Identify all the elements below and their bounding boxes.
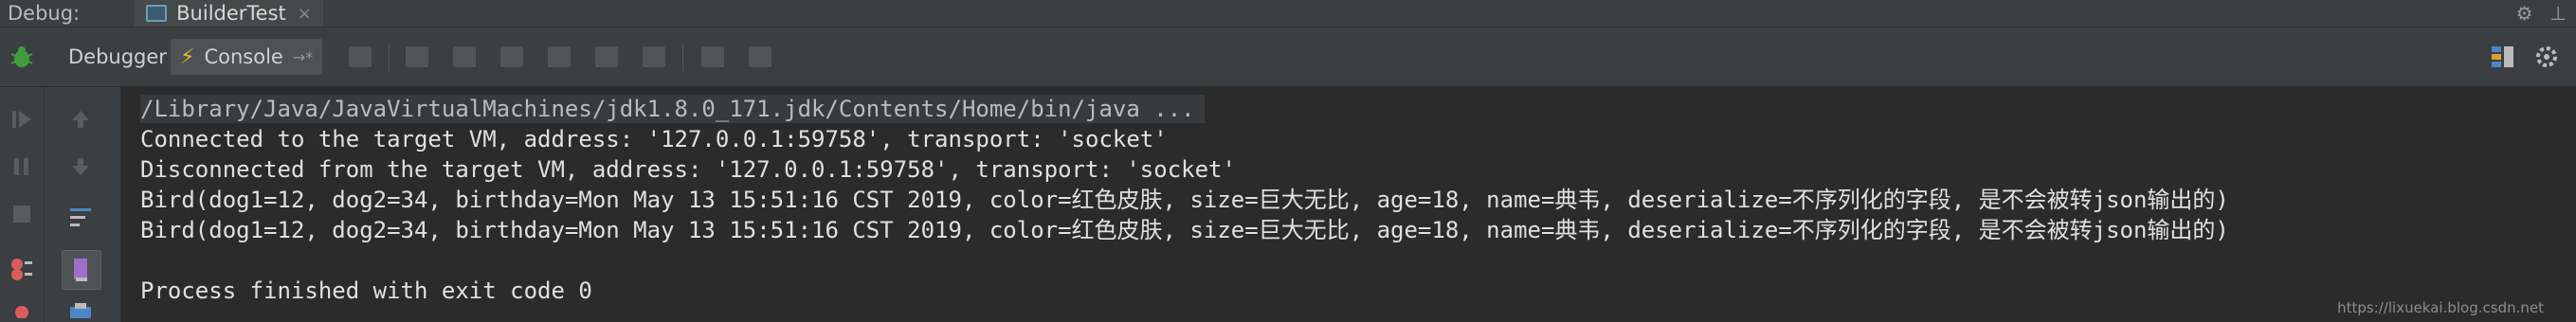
drop-frame-icon[interactable] xyxy=(595,46,618,67)
close-tab-icon[interactable]: × xyxy=(298,4,312,24)
settings-gear-icon[interactable]: ⚙ xyxy=(2516,2,2533,25)
tab-console[interactable]: ⚡ Console →* xyxy=(171,39,323,75)
console-line: Disconnected from the target VM, address… xyxy=(140,156,1236,183)
print-icon[interactable] xyxy=(67,301,94,320)
scroll-to-end-icon xyxy=(74,259,87,281)
scroll-down-icon[interactable] xyxy=(69,155,92,178)
tab-debugger-label: Debugger xyxy=(68,45,167,68)
tab-debugger[interactable]: Debugger xyxy=(59,39,176,75)
console-line: Bird(dog1=12, dog2=34, birthday=Mon May … xyxy=(140,217,2229,243)
console-controls-gutter xyxy=(45,87,121,322)
evaluate-expression-icon[interactable] xyxy=(701,46,724,67)
run-config-icon xyxy=(146,5,168,22)
resume-icon[interactable] xyxy=(10,108,33,131)
console-line: Process finished with exit code 0 xyxy=(140,277,592,304)
toolbar-separator xyxy=(389,43,390,71)
run-config-label: BuilderTest xyxy=(176,2,286,25)
show-execution-point-icon[interactable] xyxy=(349,46,372,67)
console-output[interactable]: /Library/Java/JavaVirtualMachines/jdk1.8… xyxy=(121,87,2576,322)
scroll-up-icon[interactable] xyxy=(69,108,92,131)
console-line: Bird(dog1=12, dog2=34, birthday=Mon May … xyxy=(140,187,2229,213)
settings-gear-icon[interactable] xyxy=(2532,43,2561,71)
console-line: Connected to the target VM, address: '12… xyxy=(140,126,1168,152)
hide-panel-icon[interactable]: ⊥ xyxy=(2550,2,2567,25)
debug-title-bar: Debug: BuilderTest × ⚙ ⊥ xyxy=(0,0,2576,27)
watermark: https://lixuekai.blog.csdn.net xyxy=(2337,299,2544,316)
step-over-icon[interactable] xyxy=(406,46,428,67)
stop-icon[interactable] xyxy=(10,203,33,225)
console-line[interactable]: /Library/Java/JavaVirtualMachines/jdk1.8… xyxy=(140,95,1205,123)
step-out-icon[interactable] xyxy=(548,46,571,67)
debug-controls-gutter xyxy=(0,87,45,322)
console-icon: ⚡ xyxy=(180,45,195,69)
toolbar-separator xyxy=(682,43,683,71)
force-step-into-icon[interactable] xyxy=(500,46,523,67)
scroll-to-end-toggle[interactable] xyxy=(62,250,101,290)
tab-console-label: Console xyxy=(204,45,283,68)
soft-wrap-icon[interactable] xyxy=(67,205,94,231)
step-into-icon[interactable] xyxy=(453,46,476,67)
mute-breakpoints-icon[interactable] xyxy=(10,303,33,318)
bug-icon[interactable] xyxy=(9,45,34,69)
view-breakpoints-icon[interactable] xyxy=(9,256,35,282)
pin-tab-icon[interactable]: →* xyxy=(293,48,313,66)
debug-toolbar: Debugger ⚡ Console →* xyxy=(0,27,2576,87)
titlebar-right-icons: ⚙ ⊥ xyxy=(2516,2,2567,25)
trace-current-stream-icon[interactable] xyxy=(749,46,771,67)
restore-layout-icon[interactable] xyxy=(2489,43,2517,71)
run-config-tab[interactable]: BuilderTest × xyxy=(135,0,323,27)
run-to-cursor-icon[interactable] xyxy=(643,46,665,67)
pause-icon[interactable] xyxy=(10,155,33,178)
debug-label: Debug: xyxy=(8,2,81,25)
